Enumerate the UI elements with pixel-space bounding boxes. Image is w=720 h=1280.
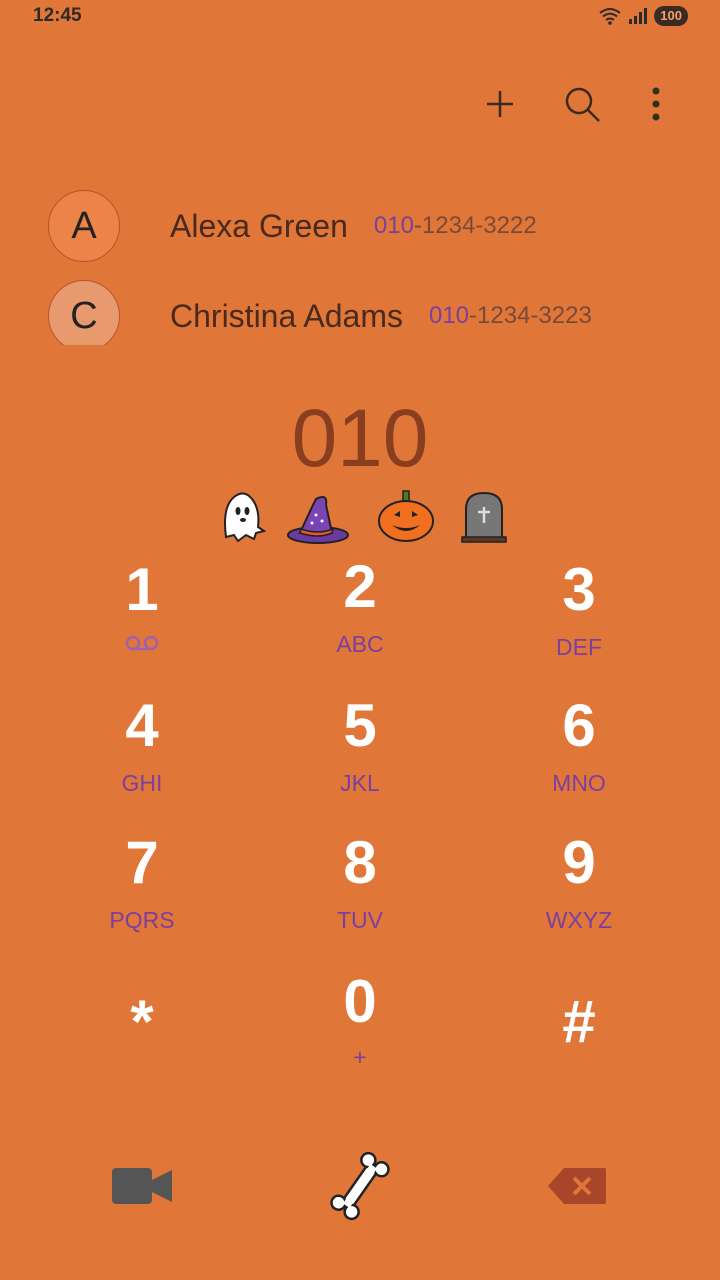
key-6[interactable]: 6 MNO [479,694,679,824]
key-letters: DEF [556,634,602,660]
key-letters: ABC [336,631,384,657]
key-4[interactable]: 4 GHI [42,694,242,824]
key-2[interactable]: 2 ABC [260,555,460,685]
avatar: A [48,190,120,262]
ghost-icon [224,492,267,543]
video-call-button[interactable] [110,1164,174,1213]
key-digit: 7 [125,829,159,896]
key-3[interactable]: 3 DEF [479,558,679,688]
witch-hat-icon [287,496,349,544]
contact-number: 010-1234-3222 [374,212,537,240]
more-options-button[interactable] [634,82,678,126]
number-rest: -1234-3222 [413,212,537,239]
contact-name: Alexa Green [170,207,348,244]
call-button[interactable] [322,1148,398,1229]
key-digit: 1 [125,556,159,623]
key-digit: 6 [562,692,596,759]
add-contact-button[interactable] [478,82,522,126]
search-button[interactable] [560,82,604,126]
key-8[interactable]: 8 TUV [260,831,460,961]
voicemail-icon [125,635,159,651]
number-rest: -1234-3223 [469,302,592,329]
backspace-button[interactable] [546,1166,608,1211]
plus-icon [487,91,513,117]
wifi-icon [599,8,621,25]
battery-indicator: 100 [654,6,688,26]
key-letters: PQRS [109,907,175,933]
key-digit: 0 [343,968,377,1035]
key-9[interactable]: 9 WXYZ [479,831,679,961]
search-icon [565,87,600,122]
pumpkin-icon [378,490,434,542]
avatar: C [48,280,120,345]
key-digit: 4 [125,692,159,759]
signal-icon [629,8,648,24]
key-letters: MNO [552,770,606,796]
key-1[interactable]: 1 [42,558,242,688]
video-call-icon [112,1168,172,1204]
key-digit: 3 [562,556,596,623]
key-0[interactable]: 0 + [260,970,460,1100]
key-7[interactable]: 7 PQRS [42,831,242,961]
key-digit: 5 [343,692,377,759]
key-letters: + [353,1044,367,1070]
bone-call-icon [330,1151,390,1221]
number-match: 010 [428,302,470,329]
more-vert-icon [652,87,660,121]
key-letters: JKL [340,770,380,796]
tombstone-icon [461,491,507,543]
key-digit: * [130,988,154,1055]
dialed-number[interactable]: 010 [0,392,720,486]
status-icons: 100 [598,5,688,27]
status-time: 12:45 [33,5,82,26]
backspace-icon [548,1168,606,1204]
key-digit: 2 [343,553,377,620]
key-5[interactable]: 5 JKL [260,694,460,824]
contact-row[interactable]: C Christina Adams 010-1234-3223 [48,280,592,345]
key-digit: 9 [562,829,596,896]
key-star[interactable]: * [42,990,242,1120]
contact-number: 010-1234-3223 [429,302,592,330]
contact-row[interactable]: A Alexa Green 010-1234-3222 [48,190,537,262]
decoration-row [0,487,720,545]
key-hash[interactable]: # [479,990,679,1120]
key-letters: WXYZ [545,907,613,933]
key-letters: TUV [337,907,383,933]
contact-suggestions: A Alexa Green 010-1234-3222 C Christina … [0,180,720,345]
key-letters: GHI [121,770,163,796]
key-digit: # [562,988,596,1055]
status-bar: 12:45 100 [0,0,720,34]
key-digit: 8 [343,829,377,896]
avatar-initial: A [71,204,97,247]
avatar-initial: C [70,294,98,337]
number-match: 010 [373,212,414,239]
contact-name: Christina Adams [170,297,403,334]
